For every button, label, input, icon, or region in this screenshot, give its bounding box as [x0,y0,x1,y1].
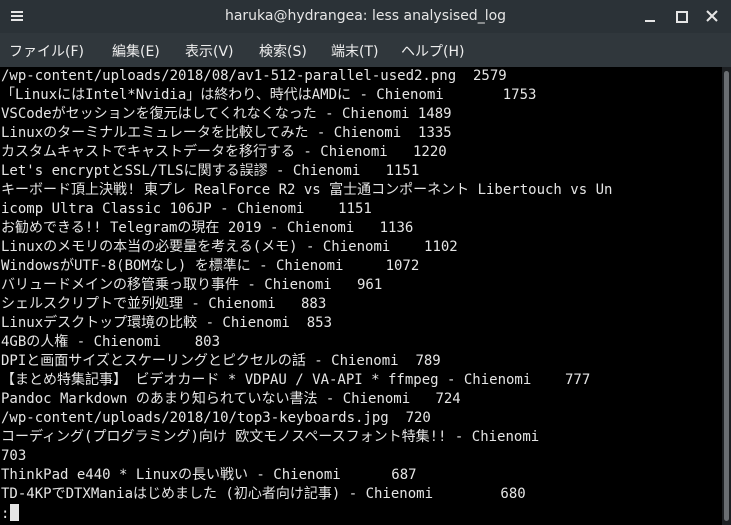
terminal-line: キーボード頂上決戦! 東プレ RealForce R2 vs 富士通コンポーネン… [1,182,613,198]
scrollbar[interactable] [722,67,731,525]
prompt-text: : [1,506,10,522]
terminal-line: 4GBの人権 - Chienomi 803 [1,334,221,350]
terminal-line: ThinkPad e440 * Linuxの長い戦い - Chienomi 68… [1,467,417,483]
terminal-line: TD-4KPでDTXManiaはじめました (初心者向け記事) - Chieno… [1,486,526,502]
terminal-line: 703 [1,448,27,464]
terminal-line: DPIと画面サイズとスケーリングとピクセルの話 - Chienomi 789 [1,353,441,369]
menu-edit[interactable]: 編集(E) [112,41,160,61]
minimize-icon[interactable] [639,6,661,28]
menu-view[interactable]: 表示(V) [185,41,234,61]
menu-search[interactable]: 検索(S) [259,41,307,61]
terminal-window: haruka@hydrangea: less analysised_log ファ… [0,0,731,525]
terminal-line: 【まとめ特集記事】 ビデオカード * VDPAU / VA-API * ffmp… [1,372,591,388]
terminal-line: /wp-content/uploads/2018/08/av1-512-para… [1,68,507,84]
terminal-line: 「LinuxにはIntel*Nvidia」は終わり、時代はAMDに - Chie… [1,87,537,103]
terminal-line: Pandoc Markdown のあまり知られていない書法 - Chienomi… [1,391,461,407]
terminal-line: コーディング(プログラミング)向け 欧文モノスペースフォント特集!! - Chi… [1,429,540,445]
terminal-line: icomp Ultra Classic 106JP - Chienomi 115… [1,201,372,217]
terminal-line: Linuxデスクトップ環境の比較 - Chienomi 853 [1,315,333,331]
terminal-line: WindowsがUTF-8(BOMなし) を標準に - Chienomi 107… [1,258,420,274]
window-title: haruka@hydrangea: less analysised_log [224,8,507,24]
menu-terminal[interactable]: 端末(T) [331,41,378,61]
terminal-line: Linuxのメモリの本当の必要量を考える(メモ) - Chienomi 1102 [1,239,458,255]
terminal-line: /wp-content/uploads/2018/10/top3-keyboar… [1,410,431,426]
menu-help[interactable]: ヘルプ(H) [401,41,464,61]
scrollbar-thumb[interactable] [724,71,729,521]
terminal-line: VSCodeがセッションを復元はしてくれなくなった - Chienomi 148… [1,106,452,122]
terminal-line: カスタムキャストでキャストデータを移行する - Chienomi 1220 [1,144,447,160]
terminal-line: お勧めできる!! Telegramの現在 2019 - Chienomi 113… [1,220,414,236]
terminal-line: バリュードメインの移管乗っ取り事件 - Chienomi 961 [1,277,383,293]
menu-file[interactable]: ファイル(F) [9,41,84,61]
maximize-icon[interactable] [670,6,692,28]
terminal-line: Let's encryptとSSL/TLSに関する誤謬 - Chienomi 1… [1,163,420,179]
close-icon[interactable] [701,6,723,28]
menu-bar: ファイル(F) 編集(E) 表示(V) 検索(S) 端末(T) ヘルプ(H) [0,33,731,67]
less-prompt[interactable]: : [0,504,20,523]
title-bar[interactable]: haruka@hydrangea: less analysised_log [0,0,731,33]
text-cursor [10,504,20,521]
terminal-output[interactable]: /wp-content/uploads/2018/08/av1-512-para… [0,67,722,525]
terminal-line: シェルスクリプトで並列処理 - Chienomi 883 [1,296,327,312]
terminal-line: Linuxのターミナルエミュレータを比較してみた - Chienomi 1335 [1,125,452,141]
